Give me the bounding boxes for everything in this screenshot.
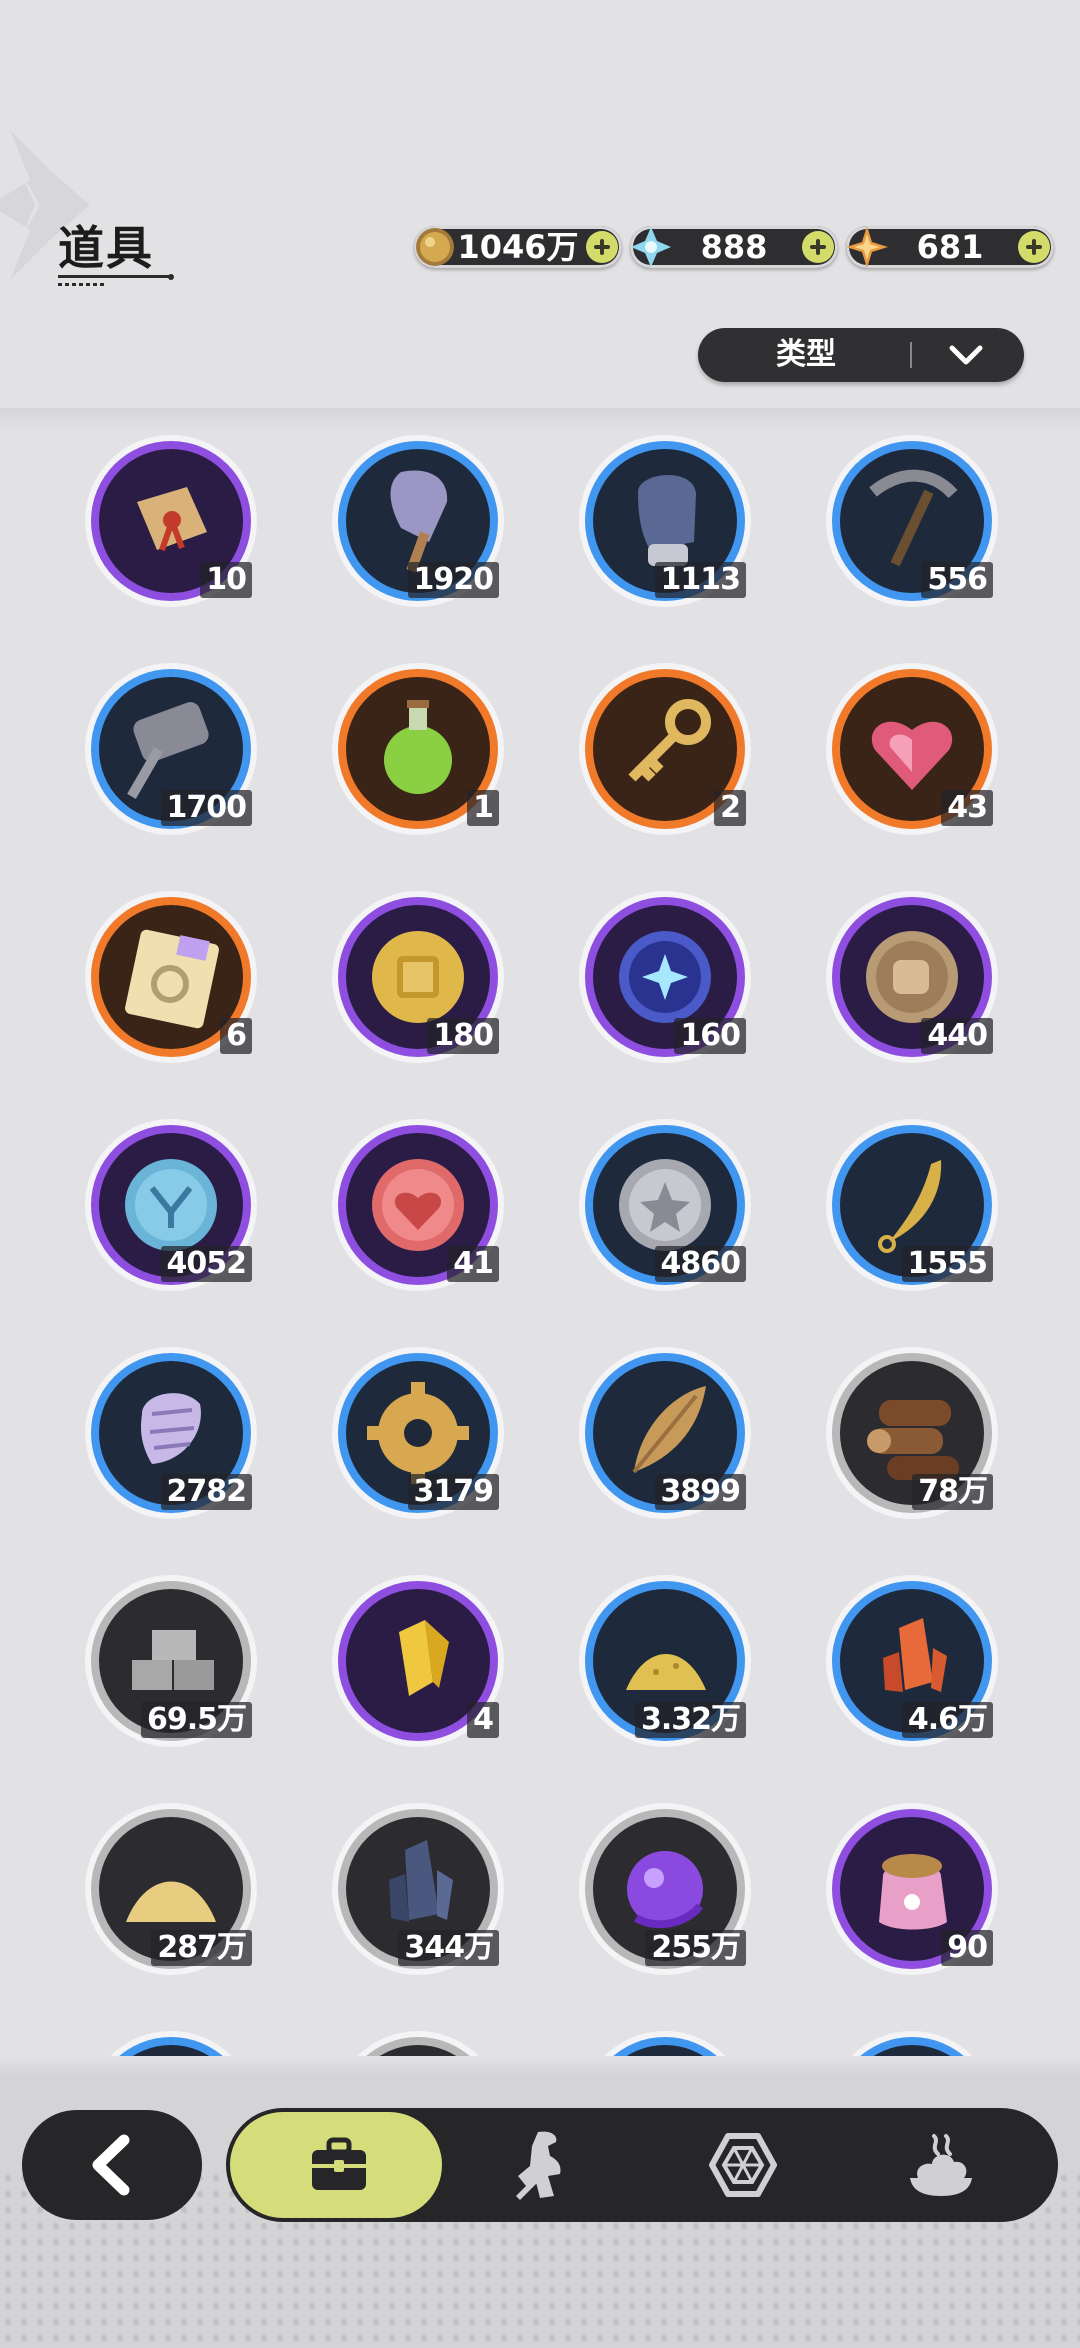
item-slot[interactable]: 440 [823, 888, 1001, 1066]
item-slot[interactable]: 2782 [82, 1344, 260, 1522]
partial-item-icon [82, 2028, 260, 2056]
item-slot[interactable]: 1555 [823, 1116, 1001, 1294]
item-slot[interactable] [823, 2028, 1001, 2056]
currency-crystal: 888 [630, 226, 838, 268]
hexagon-icon [709, 2133, 777, 2197]
tab-gems[interactable] [642, 2108, 842, 2222]
item-slot[interactable] [329, 2028, 507, 2056]
item-count: 180 [427, 1018, 499, 1054]
item-slot[interactable]: 6 [82, 888, 260, 1066]
item-grid: 10 1920 1113 556 1700 1 2 43 6 180 160 440 4052 41 486… [0, 428, 1080, 2056]
currency-star-gem-value: 681 [916, 228, 984, 266]
item-slot[interactable]: 90 [823, 1800, 1001, 1978]
item-slot[interactable]: 3179 [329, 1344, 507, 1522]
item-count: 6 [220, 1018, 252, 1054]
item-slot[interactable]: 1920 [329, 432, 507, 610]
tab-items[interactable] [236, 2108, 436, 2222]
item-count: 4.6万 [901, 1702, 993, 1738]
item-slot[interactable] [82, 2028, 260, 2056]
item-slot[interactable]: 3899 [576, 1344, 754, 1522]
type-filter-label: 类型 [776, 337, 836, 372]
item-slot[interactable]: 69.5万 [82, 1572, 260, 1750]
currency-star-gem-add-button[interactable] [1018, 231, 1050, 263]
food-icon [910, 2134, 972, 2196]
chevron-down-icon [949, 345, 983, 365]
item-slot[interactable]: 43 [823, 660, 1001, 838]
item-slot[interactable]: 255万 [576, 1800, 754, 1978]
item-slot[interactable]: 1700 [82, 660, 260, 838]
item-count: 1555 [901, 1246, 993, 1282]
item-count: 43 [941, 790, 993, 826]
bag-icon [312, 2137, 366, 2190]
item-slot[interactable]: 10 [82, 432, 260, 610]
page-title: 道具 [58, 221, 154, 275]
item-slot[interactable]: 2 [576, 660, 754, 838]
item-slot[interactable]: 556 [823, 432, 1001, 610]
item-slot[interactable]: 3.32万 [576, 1572, 754, 1750]
item-count: 1 [467, 790, 499, 826]
tab-characters[interactable] [442, 2108, 642, 2222]
item-count: 78万 [912, 1474, 993, 1510]
item-count: 4860 [654, 1246, 746, 1282]
item-count: 2782 [160, 1474, 252, 1510]
item-count: 3899 [654, 1474, 746, 1510]
tab-food[interactable] [842, 2108, 1042, 2222]
character-icon [516, 2131, 561, 2200]
item-count: 440 [921, 1018, 993, 1054]
item-count: 69.5万 [140, 1702, 252, 1738]
back-arrow-icon [92, 2134, 130, 2196]
item-slot[interactable]: 4052 [82, 1116, 260, 1294]
item-slot[interactable]: 4860 [576, 1116, 754, 1294]
item-slot[interactable]: 4.6万 [823, 1572, 1001, 1750]
type-filter-dropdown[interactable]: 类型 [698, 328, 1024, 382]
title-dot [168, 274, 174, 280]
item-count: 556 [921, 562, 993, 598]
item-slot[interactable]: 1 [329, 660, 507, 838]
partial-item-icon [576, 2028, 754, 2056]
item-count: 4052 [160, 1246, 252, 1282]
list-bottom-fade [0, 2056, 1080, 2076]
currency-gold-value: 1046万 [457, 228, 579, 266]
filter-separator [910, 342, 912, 368]
item-count: 1920 [407, 562, 499, 598]
back-button[interactable] [22, 2110, 202, 2220]
item-slot[interactable] [576, 2028, 754, 2056]
currency-gold: 1046万 [414, 226, 622, 268]
currency-crystal-value: 888 [700, 228, 768, 266]
item-count: 4 [467, 1702, 499, 1738]
item-count: 3.32万 [634, 1702, 746, 1738]
title-dots [58, 283, 104, 286]
currency-gold-add-button[interactable] [586, 231, 618, 263]
item-count: 41 [447, 1246, 499, 1282]
partial-item-icon [329, 2028, 507, 2056]
item-count: 160 [674, 1018, 746, 1054]
item-count: 1700 [160, 790, 252, 826]
item-count: 3179 [407, 1474, 499, 1510]
title-underline [58, 275, 170, 278]
currency-star-gem: 681 [846, 226, 1054, 268]
nav-tabs [226, 2108, 1058, 2222]
item-count: 1113 [654, 562, 746, 598]
item-count: 344万 [398, 1930, 499, 1966]
item-slot[interactable]: 160 [576, 888, 754, 1066]
item-count: 2 [714, 790, 746, 826]
item-slot[interactable]: 344万 [329, 1800, 507, 1978]
item-count: 10 [200, 562, 252, 598]
item-slot[interactable]: 41 [329, 1116, 507, 1294]
currency-crystal-add-button[interactable] [802, 231, 834, 263]
item-slot[interactable]: 287万 [82, 1800, 260, 1978]
item-slot[interactable]: 4 [329, 1572, 507, 1750]
item-count: 255万 [645, 1930, 746, 1966]
item-count: 287万 [151, 1930, 252, 1966]
item-count: 90 [941, 1930, 993, 1966]
item-slot[interactable]: 180 [329, 888, 507, 1066]
partial-item-icon [823, 2028, 1001, 2056]
item-slot[interactable]: 78万 [823, 1344, 1001, 1522]
item-slot[interactable]: 1113 [576, 432, 754, 610]
